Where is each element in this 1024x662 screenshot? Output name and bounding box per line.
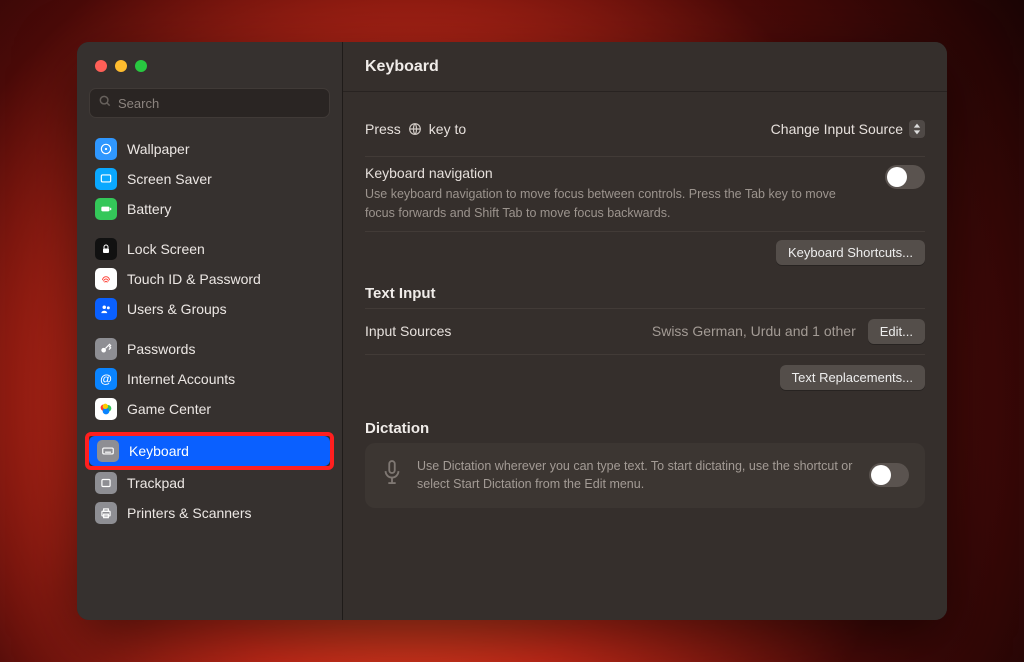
trackpad-icon	[95, 472, 117, 494]
globe-icon	[407, 121, 423, 137]
sidebar-item-screen-saver[interactable]: Screen Saver	[87, 164, 332, 194]
globe-key-label: Press key to	[365, 121, 466, 137]
search-icon	[98, 94, 112, 113]
close-window-button[interactable]	[95, 60, 107, 72]
sidebar-item-label: Users & Groups	[127, 301, 227, 317]
sidebar: Wallpaper Screen Saver Battery	[77, 42, 343, 620]
search-input[interactable]	[118, 96, 321, 111]
sidebar-item-passwords[interactable]: Passwords	[87, 334, 332, 364]
game-center-icon	[95, 398, 117, 420]
dictation-heading: Dictation	[365, 420, 925, 437]
edit-input-sources-button[interactable]: Edit...	[868, 319, 925, 344]
fingerprint-icon	[95, 268, 117, 290]
globe-key-select[interactable]: Change Input Source	[771, 120, 925, 138]
window-controls	[95, 60, 147, 72]
search-field[interactable]	[89, 88, 330, 118]
sidebar-item-label: Keyboard	[129, 443, 189, 459]
keyboard-navigation-title: Keyboard navigation	[365, 165, 865, 181]
input-sources-value: Swiss German, Urdu and 1 other	[652, 323, 856, 339]
sidebar-item-label: Passwords	[127, 341, 195, 357]
keyboard-icon	[97, 440, 119, 462]
keyboard-navigation-row: Keyboard navigation Use keyboard navigat…	[365, 165, 925, 223]
wallpaper-icon	[95, 138, 117, 160]
sidebar-item-lock-screen[interactable]: Lock Screen	[87, 234, 332, 264]
minimize-window-button[interactable]	[115, 60, 127, 72]
page-title: Keyboard	[365, 58, 439, 76]
keyboard-navigation-toggle[interactable]	[885, 165, 925, 189]
keyboard-shortcuts-button[interactable]: Keyboard Shortcuts...	[776, 240, 925, 265]
sidebar-item-label: Touch ID & Password	[127, 271, 261, 287]
battery-icon	[95, 198, 117, 220]
main-header: Keyboard	[343, 42, 947, 92]
text-replacements-row: Text Replacements...	[365, 354, 925, 400]
sidebar-item-label: Battery	[127, 201, 171, 217]
at-icon: @	[95, 368, 117, 390]
users-icon	[95, 298, 117, 320]
globe-key-row: Press key to Change Input Source	[365, 110, 925, 148]
sidebar-item-label: Wallpaper	[127, 141, 190, 157]
printer-icon	[95, 502, 117, 524]
sidebar-item-users[interactable]: Users & Groups	[87, 294, 332, 324]
dictation-desc: Use Dictation wherever you can type text…	[417, 457, 855, 495]
main-panel: Keyboard Press key to Change Input Sourc…	[343, 42, 947, 620]
sidebar-item-game-center[interactable]: Game Center	[87, 394, 332, 424]
sidebar-item-label: Screen Saver	[127, 171, 212, 187]
sidebar-item-label: Trackpad	[127, 475, 185, 491]
zoom-window-button[interactable]	[135, 60, 147, 72]
key-icon	[95, 338, 117, 360]
lock-icon	[95, 238, 117, 260]
text-input-heading: Text Input	[365, 285, 925, 302]
sidebar-item-keyboard[interactable]: Keyboard	[89, 436, 330, 466]
window-titlebar	[77, 42, 342, 80]
sidebar-item-printers[interactable]: Printers & Scanners	[87, 498, 332, 528]
sidebar-item-internet[interactable]: @ Internet Accounts	[87, 364, 332, 394]
input-sources-label: Input Sources	[365, 323, 451, 339]
settings-window: Wallpaper Screen Saver Battery	[77, 42, 947, 620]
text-replacements-button[interactable]: Text Replacements...	[780, 365, 925, 390]
keyboard-navigation-desc: Use keyboard navigation to move focus be…	[365, 185, 865, 223]
sidebar-item-wallpaper[interactable]: Wallpaper	[87, 134, 332, 164]
microphone-icon	[381, 459, 403, 492]
sidebar-item-label: Printers & Scanners	[127, 505, 252, 521]
dictation-toggle[interactable]	[869, 463, 909, 487]
input-sources-row: Input Sources Swiss German, Urdu and 1 o…	[365, 308, 925, 354]
sidebar-item-label: Lock Screen	[127, 241, 205, 257]
dictation-row: Use Dictation wherever you can type text…	[365, 443, 925, 509]
sidebar-list: Wallpaper Screen Saver Battery	[77, 124, 342, 620]
sidebar-item-battery[interactable]: Battery	[87, 194, 332, 224]
sidebar-item-trackpad[interactable]: Trackpad	[87, 468, 332, 498]
sidebar-item-touch-id[interactable]: Touch ID & Password	[87, 264, 332, 294]
screen-saver-icon	[95, 168, 117, 190]
globe-key-value: Change Input Source	[771, 121, 903, 137]
content: Press key to Change Input Source	[343, 92, 947, 620]
sidebar-item-label: Game Center	[127, 401, 211, 417]
annotation-highlight: Keyboard	[85, 432, 334, 470]
chevron-updown-icon	[909, 120, 925, 138]
sidebar-item-label: Internet Accounts	[127, 371, 235, 387]
